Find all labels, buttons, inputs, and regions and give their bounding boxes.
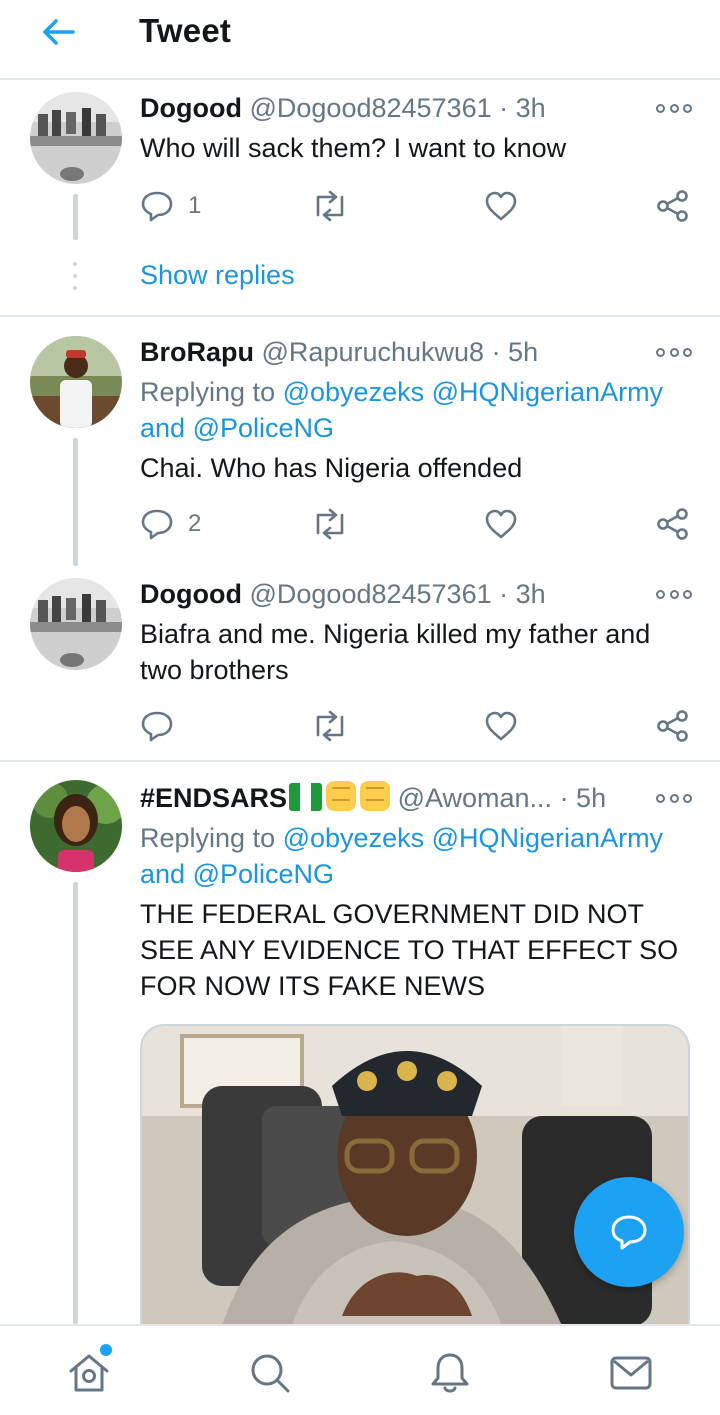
retweet-icon (316, 508, 344, 540)
nav-notifications[interactable] (425, 1348, 475, 1398)
top-app-bar: Tweet (0, 0, 720, 80)
display-name[interactable]: Dogood (140, 579, 242, 609)
reply-icon (141, 191, 173, 222)
mention-link[interactable]: @PoliceNG (193, 413, 334, 443)
timestamp: · 5h (491, 337, 539, 367)
divider (0, 760, 720, 762)
mention-link[interactable]: @HQNigerianArmy (432, 377, 663, 407)
reply-button[interactable]: 1 (140, 184, 201, 228)
replying-to: Replying to @obyezeks @HQNigerianArmy an… (140, 820, 680, 892)
share-icon (657, 508, 688, 540)
tweet-header: #ENDSARS @Awoman... · 5h (140, 780, 650, 816)
more-options-icon[interactable] (656, 788, 692, 808)
reply-button[interactable] (140, 704, 174, 748)
reply-icon (141, 509, 173, 540)
tweet-header: Dogood @Dogood82457361 · 3h (140, 90, 650, 126)
avatar[interactable] (30, 336, 122, 428)
notifications-icon (431, 1353, 469, 1393)
avatar[interactable] (30, 92, 122, 184)
nav-messages[interactable] (606, 1348, 656, 1398)
retweet-button[interactable] (312, 704, 348, 748)
reply-button[interactable]: 2 (140, 502, 201, 546)
speech-bubble-icon (611, 1215, 647, 1250)
reply-icon (141, 711, 173, 742)
tweet-actions: 1 (0, 184, 720, 228)
replying-to-label: Replying to (140, 377, 276, 407)
share-icon (657, 710, 688, 742)
retweet-icon (316, 190, 344, 222)
heart-icon (485, 191, 517, 221)
like-button[interactable] (484, 184, 518, 228)
tweet[interactable]: BroRapu @Rapuruchukwu8 · 5h Replying to … (0, 334, 720, 566)
messages-icon (610, 1356, 652, 1390)
bottom-navigation (0, 1324, 720, 1415)
timestamp: · 5h (559, 783, 607, 813)
back-button[interactable] (38, 14, 78, 50)
tweet-actions (0, 704, 720, 748)
tweet-text: Biafra and me. Nigeria killed my father … (140, 619, 651, 685)
replying-to-label: Replying to (140, 823, 276, 853)
heart-icon (485, 711, 517, 741)
mention-link[interactable]: @obyezeks (283, 823, 424, 853)
thread-line (73, 882, 78, 1324)
handle[interactable]: @Rapuruchukwu8 (262, 337, 485, 367)
replying-to: Replying to @obyezeks @HQNigerianArmy an… (140, 374, 680, 446)
retweet-icon (316, 710, 344, 742)
avatar[interactable] (30, 780, 122, 872)
nav-search[interactable] (245, 1348, 295, 1398)
home-icon (69, 1354, 109, 1392)
retweet-button[interactable] (312, 502, 348, 546)
thread-dots (73, 262, 78, 298)
and-label: and (140, 413, 186, 443)
mention-link[interactable]: @PoliceNG (193, 859, 334, 889)
mention-link[interactable]: @obyezeks (283, 377, 424, 407)
timestamp: · 3h (499, 579, 546, 609)
tweet-text: Chai. Who has Nigeria offended (140, 453, 523, 483)
avatar[interactable] (30, 578, 122, 670)
page-title: Tweet (139, 12, 232, 49)
timestamp: · 3h (499, 93, 546, 123)
reply-count: 1 (188, 192, 202, 219)
share-icon (657, 190, 688, 222)
and-label: and (140, 859, 186, 889)
search-icon (251, 1354, 290, 1393)
share-button[interactable] (656, 704, 690, 748)
handle[interactable]: @Dogood82457361 (249, 93, 491, 123)
more-options-icon[interactable] (656, 98, 692, 118)
tweet-text: THE FEDERAL GOVERNMENT DID NOT SEE ANY E… (140, 899, 679, 1001)
like-button[interactable] (484, 502, 518, 546)
tweet-header: Dogood @Dogood82457361 · 3h (140, 576, 650, 612)
more-options-icon[interactable] (656, 584, 692, 604)
raised-fist-emoji (326, 781, 357, 811)
display-name[interactable]: BroRapu (140, 337, 254, 367)
nigeria-flag-emoji (289, 783, 323, 811)
display-name[interactable]: #ENDSARS (140, 783, 287, 813)
handle[interactable]: @Awoman... (398, 783, 552, 813)
mention-link[interactable]: @HQNigerianArmy (432, 823, 663, 853)
new-content-dot (100, 1344, 112, 1356)
arrow-left-icon (43, 19, 75, 45)
raised-fist-emoji (360, 781, 391, 811)
compose-reply-button[interactable] (574, 1177, 684, 1287)
tweet[interactable]: Dogood @Dogood82457361 · 3h Who will sac… (0, 90, 720, 315)
tweet-header: BroRapu @Rapuruchukwu8 · 5h (140, 334, 650, 370)
handle[interactable]: @Dogood82457361 (249, 579, 491, 609)
tweet-text: Who will sack them? I want to know (140, 133, 567, 163)
tweet-actions: 2 (0, 502, 720, 546)
display-name[interactable]: Dogood (140, 93, 242, 123)
reply-count: 2 (188, 510, 202, 537)
share-button[interactable] (656, 184, 690, 228)
nav-home[interactable] (64, 1344, 114, 1398)
share-button[interactable] (656, 502, 690, 546)
retweet-button[interactable] (312, 184, 348, 228)
divider (0, 315, 720, 317)
more-options-icon[interactable] (656, 342, 692, 362)
tweet[interactable]: Dogood @Dogood82457361 · 3h Biafra and m… (0, 576, 720, 756)
heart-icon (485, 509, 517, 539)
like-button[interactable] (484, 704, 518, 748)
show-replies-link[interactable]: Show replies (140, 260, 295, 291)
